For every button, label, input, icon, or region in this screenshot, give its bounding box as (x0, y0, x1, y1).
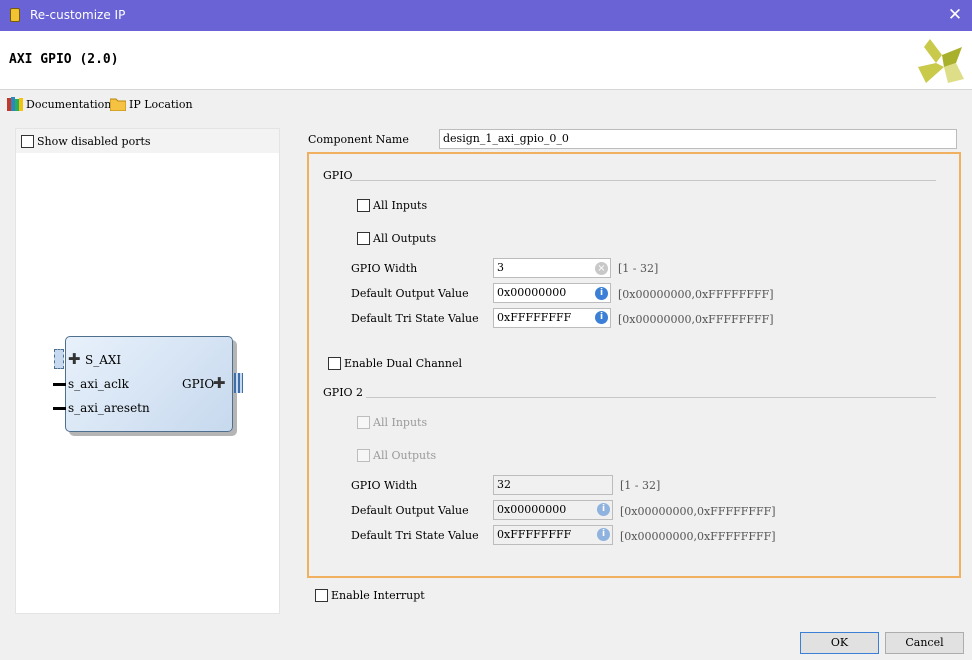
gpio-width-value: 3 (497, 261, 504, 274)
gpio2-width-value: 32 (497, 478, 511, 491)
gpio-tri-state-range: [0x00000000,0xFFFFFFFF] (618, 313, 774, 326)
gpio-all-inputs-checkbox[interactable]: All Inputs (357, 199, 427, 212)
show-disabled-ports-label: Show disabled ports (37, 135, 151, 148)
ip-title: AXI GPIO (2.0) (9, 52, 119, 67)
gpio-default-output-value: 0x00000000 (497, 286, 567, 299)
gpio-width-label: GPIO Width (351, 262, 418, 275)
gpio2-section-divider (366, 397, 936, 398)
gpio-default-output-input[interactable]: 0x00000000 (493, 283, 611, 303)
gpio2-tri-state-label: Default Tri State Value (351, 529, 479, 542)
info-icon[interactable]: i (595, 287, 608, 300)
window-title: Re-customize IP (30, 8, 126, 22)
folder-icon (110, 98, 126, 111)
gpio2-tri-state-value: 0xFFFFFFFF (497, 528, 572, 541)
enable-dual-channel-checkbox[interactable]: Enable Dual Channel (328, 357, 462, 370)
port-s-axi: S_AXI (85, 353, 122, 367)
documentation-label: Documentation (26, 97, 112, 111)
checkbox-box[interactable] (357, 232, 370, 245)
gpio-default-output-label: Default Output Value (351, 287, 469, 300)
show-disabled-ports-checkbox[interactable]: Show disabled ports (21, 135, 151, 148)
gpio-all-inputs-label: All Inputs (373, 199, 428, 212)
checkbox-box[interactable] (21, 135, 34, 148)
title-bar: Re-customize IP ✕ (0, 0, 972, 31)
info-icon[interactable]: i (597, 528, 610, 541)
gpio-default-output-range: [0x00000000,0xFFFFFFFF] (618, 288, 774, 301)
port-s-axi-aclk: s_axi_aclk (68, 377, 129, 391)
checkbox-box[interactable] (328, 357, 341, 370)
ip-location-label: IP Location (129, 97, 193, 111)
ip-location-button[interactable]: IP Location (110, 95, 193, 113)
gpio-section-divider (350, 180, 936, 181)
gpio-all-outputs-label: All Outputs (373, 232, 437, 245)
documentation-button[interactable]: Documentation (7, 95, 111, 113)
enable-interrupt-label: Enable Interrupt (331, 589, 425, 602)
port-s-axi-aresetn: s_axi_aresetn (68, 401, 150, 415)
ok-button[interactable]: OK (800, 632, 879, 654)
gpio-tri-state-input[interactable]: 0xFFFFFFFF (493, 308, 611, 328)
gpio2-width-label: GPIO Width (351, 479, 418, 492)
gpio-tri-state-value: 0xFFFFFFFF (497, 311, 572, 324)
checkbox-box[interactable] (357, 199, 370, 212)
gpio2-default-output-value: 0x00000000 (497, 503, 567, 516)
gpio2-tri-state-range: [0x00000000,0xFFFFFFFF] (620, 530, 776, 543)
app-icon (10, 8, 20, 22)
gpio2-width-input[interactable]: 32 (493, 475, 613, 495)
gpio2-default-output-range: [0x00000000,0xFFFFFFFF] (620, 505, 776, 518)
port-pin-aclk (53, 383, 66, 386)
component-name-label: Component Name (308, 133, 409, 146)
expand-plus-icon[interactable]: ✚ (68, 351, 81, 367)
gpio-width-range: [1 - 32] (618, 262, 659, 275)
gpio2-all-outputs-checkbox[interactable]: All Outputs (357, 449, 436, 462)
gpio2-default-output-label: Default Output Value (351, 504, 469, 517)
gpio2-section-title: GPIO 2 (323, 386, 364, 399)
enable-interrupt-checkbox[interactable]: Enable Interrupt (315, 589, 425, 602)
expand-plus-icon[interactable]: ✚ (213, 375, 226, 391)
s-axi-bus-connector[interactable] (54, 349, 64, 369)
gpio2-all-inputs-label: All Inputs (373, 416, 428, 429)
gpio-bus-connector[interactable] (234, 373, 243, 393)
gpio2-all-outputs-label: All Outputs (373, 449, 437, 462)
close-icon[interactable]: ✕ (944, 4, 966, 26)
symbol-panel: Show disabled ports ✚ S_AXI s_axi_aclk s… (15, 128, 280, 614)
gpio-tri-state-label: Default Tri State Value (351, 312, 479, 325)
info-icon[interactable]: i (595, 311, 608, 324)
ip-block-symbol: ✚ S_AXI s_axi_aclk s_axi_aresetn GPIO ✚ (53, 336, 243, 432)
gpio-all-outputs-checkbox[interactable]: All Outputs (357, 232, 436, 245)
clear-icon[interactable]: × (595, 262, 608, 275)
gpio-section-title: GPIO (323, 169, 353, 182)
enable-dual-channel-label: Enable Dual Channel (344, 357, 462, 370)
gpio2-tri-state-input[interactable]: 0xFFFFFFFF (493, 525, 613, 545)
cancel-button[interactable]: Cancel (885, 632, 964, 654)
gpio2-all-inputs-checkbox[interactable]: All Inputs (357, 416, 427, 429)
gpio-width-input[interactable]: 3 (493, 258, 611, 278)
books-icon (7, 97, 23, 111)
checkbox-box[interactable] (315, 589, 328, 602)
checkbox-box[interactable] (357, 416, 370, 429)
port-pin-aresetn (53, 407, 66, 410)
gpio2-default-output-input[interactable]: 0x00000000 (493, 500, 613, 520)
checkbox-box[interactable] (357, 449, 370, 462)
ip-header: AXI GPIO (2.0) (0, 31, 972, 90)
port-gpio: GPIO (182, 377, 215, 391)
component-name-input[interactable]: design_1_axi_gpio_0_0 (439, 129, 957, 149)
gpio2-width-range: [1 - 32] (620, 479, 661, 492)
info-icon[interactable]: i (597, 503, 610, 516)
vendor-logo-icon (918, 39, 964, 83)
